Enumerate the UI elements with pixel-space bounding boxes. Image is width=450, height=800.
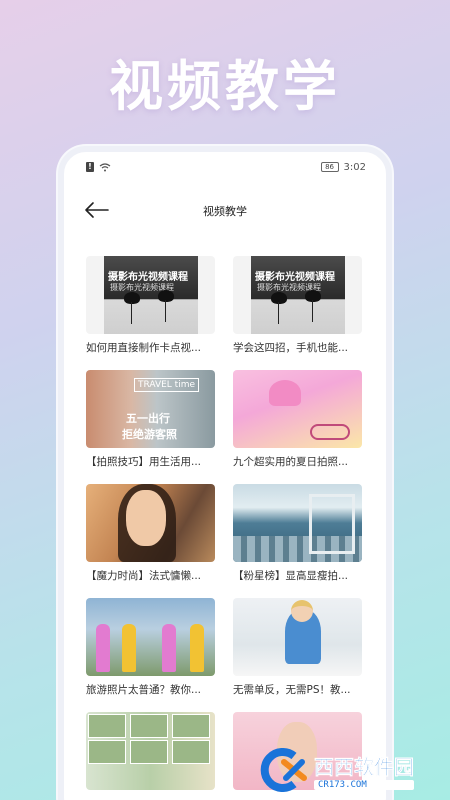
video-thumbnail <box>233 484 362 562</box>
video-title: 九个超实用的夏日拍照... <box>233 456 349 468</box>
video-title <box>233 796 362 800</box>
video-thumbnail <box>233 370 362 448</box>
video-thumbnail: 摄影布光视频课程 摄影布光视频课程 <box>233 256 362 334</box>
phone-frame: ! 86 3:02 视频教学 摄影布光视频课程 摄影布光视频课程 如何用直接制作… <box>58 146 392 800</box>
video-title: 【魔力时尚】法式慵懒... <box>86 570 202 582</box>
site-watermark: 西西软件园 CR173.COM <box>254 748 438 792</box>
video-title: 无需单反，无需PS！教... <box>233 684 351 696</box>
video-card[interactable]: 摄影布光视频课程 摄影布光视频课程 学会这四招，手机也能... <box>233 256 362 354</box>
battery-icon: 86 <box>320 162 339 172</box>
video-thumbnail: TRAVEL time 五一出行 拒绝游客照 <box>86 370 215 448</box>
video-title <box>86 796 215 800</box>
video-title: 如何用直接制作卡点视... <box>86 342 202 354</box>
video-grid: 摄影布光视频课程 摄影布光视频课程 如何用直接制作卡点视... 摄影布光视频课程… <box>86 256 366 800</box>
video-thumbnail <box>86 598 215 676</box>
video-title: 学会这四招，手机也能... <box>233 342 349 354</box>
video-card[interactable]: 摄影布光视频课程 摄影布光视频课程 如何用直接制作卡点视... <box>86 256 215 354</box>
video-card[interactable]: 【魔力时尚】法式慵懒... <box>86 484 215 582</box>
watermark-url: CR173.COM <box>314 779 414 790</box>
video-title: 【粉星榜】显高显瘦拍... <box>233 570 349 582</box>
video-card[interactable]: TRAVEL time 五一出行 拒绝游客照 【拍照技巧】用生活用... <box>86 370 215 468</box>
watermark-brand: 西西软件园 <box>314 754 415 779</box>
back-arrow-icon[interactable] <box>82 200 110 220</box>
thumbnail-sub-text: 五一出行 <box>126 412 170 425</box>
video-thumbnail: 摄影布光视频课程 摄影布光视频课程 <box>86 256 215 334</box>
nav-bar: 视频教学 <box>64 186 386 236</box>
hero-title: 视频教学 <box>109 55 341 118</box>
watermark-logo-icon <box>260 748 307 792</box>
video-title: 旅游照片太普通？教你... <box>86 684 202 696</box>
video-thumbnail <box>233 598 362 676</box>
thumbnail-banner-text: 摄影布光视频课程 <box>108 272 188 283</box>
video-card[interactable]: 无需单反，无需PS！教... <box>233 598 362 696</box>
video-title: 【拍照技巧】用生活用... <box>86 456 202 468</box>
video-thumbnail <box>86 484 215 562</box>
video-thumbnail <box>86 712 215 790</box>
video-card[interactable] <box>86 712 215 800</box>
sim-alert-icon: ! <box>86 162 94 172</box>
wifi-icon <box>99 162 111 171</box>
thumbnail-sub-text-2: 拒绝游客照 <box>122 428 177 441</box>
thumbnail-banner-text: TRAVEL time <box>134 378 200 392</box>
video-card[interactable]: 【粉星榜】显高显瘦拍... <box>233 484 362 582</box>
status-bar: ! 86 3:02 <box>64 152 386 178</box>
video-card[interactable]: 九个超实用的夏日拍照... <box>233 370 362 468</box>
status-time: 3:02 <box>343 161 366 173</box>
thumbnail-banner-text: 摄影布光视频课程 <box>255 272 335 283</box>
page-title: 视频教学 <box>203 205 247 218</box>
video-card[interactable]: 旅游照片太普通？教你... <box>86 598 215 696</box>
